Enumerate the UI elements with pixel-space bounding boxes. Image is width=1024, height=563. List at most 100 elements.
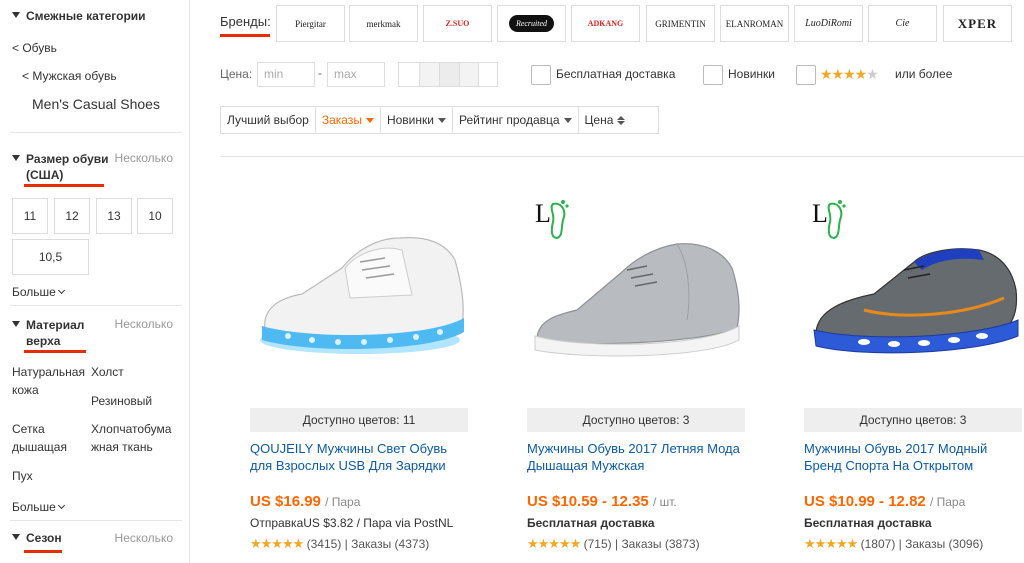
sort-bar: Лучший выбор Заказы Новинки Рейтинг прод… (220, 106, 659, 134)
price-min-input[interactable]: min (257, 62, 315, 87)
loubit-logo-icon: L (812, 199, 846, 240)
category-link-shoes[interactable]: < Обувь (12, 41, 57, 55)
review-count-link[interactable]: (3415) (307, 537, 342, 551)
available-colors: Доступно цветов: 3 (804, 408, 1022, 432)
material-filter-heading[interactable]: Материал верха (12, 317, 84, 349)
shipping-info: Бесплатная доставка (804, 516, 932, 530)
product-image[interactable]: L (804, 190, 1022, 408)
price-histogram-segment[interactable] (459, 62, 479, 87)
caret-down-icon (563, 118, 572, 123)
product-title-link[interactable]: Мужчины Обувь 2017 Модный Бренд Спорта Н… (804, 440, 1020, 474)
price-histogram-segment[interactable] (398, 62, 420, 87)
star-empty-icon: ★ (866, 66, 879, 82)
price-max-input[interactable]: max (327, 62, 385, 87)
product-title-link[interactable]: Мужчины Обувь 2017 Летняя Мода Дышащая М… (527, 440, 749, 474)
orders-count-link[interactable]: Заказы (4373) (351, 537, 429, 551)
sidebar: Смежные категории < Обувь < Мужская обув… (0, 0, 190, 563)
chevron-down-icon (57, 501, 65, 510)
size-option-12[interactable]: 12 (54, 198, 90, 234)
svg-text:L: L (812, 199, 828, 228)
brand-adkang[interactable]: ADKANG (571, 5, 640, 42)
free-shipping-label[interactable]: Бесплатная доставка (556, 67, 675, 81)
available-colors: Доступно цветов: 3 (527, 408, 745, 432)
product-card[interactable]: L Доступно цветов: 3 Мужчины Обувь 2017 … (804, 190, 1024, 563)
svg-text:L: L (535, 199, 551, 228)
brand-cie[interactable]: Cie (868, 5, 937, 42)
collapse-triangle-icon (12, 321, 20, 327)
size-option-10[interactable]: 10 (137, 198, 173, 234)
season-multi-select-link[interactable]: Несколько (115, 531, 173, 545)
orders-count-link[interactable]: Заказы (3096) (905, 537, 983, 551)
brand-grimentin[interactable]: GRIMENTIN (646, 5, 715, 42)
category-link-mens-shoes[interactable]: < Мужская обувь (22, 69, 117, 83)
sort-seller-rating[interactable]: Рейтинг продавца (453, 107, 579, 133)
caret-down-icon (365, 118, 374, 123)
price-histogram-segment[interactable] (419, 62, 440, 87)
season-filter-heading[interactable]: Сезон (12, 531, 62, 545)
product-title-link[interactable]: QOUJEILY Мужчины Свет Обувь для Взрослых… (250, 440, 472, 474)
free-shipping-checkbox[interactable] (531, 65, 551, 85)
brand-zsuo[interactable]: Z.SUO (423, 5, 492, 42)
category-current-casual-shoes[interactable]: Men's Casual Shoes (32, 96, 160, 112)
size-multi-select-link[interactable]: Несколько (115, 151, 173, 165)
divider (10, 520, 182, 521)
material-option-leather[interactable]: Натуральная кожа (12, 363, 88, 399)
review-count-link[interactable]: (1807) (861, 537, 896, 551)
divider (10, 132, 182, 133)
star-icon: ★★★★★ (527, 536, 581, 551)
sort-price[interactable]: Цена (579, 107, 632, 133)
rating-or-more-label[interactable]: или более (895, 67, 952, 81)
material-option-rubber[interactable]: Резиновый (91, 392, 152, 410)
product-card[interactable]: L Доступно цветов: 3 Мужчины Обувь 2017 … (527, 190, 757, 563)
related-categories-heading[interactable]: Смежные категории (12, 9, 146, 23)
size-option-13[interactable]: 13 (96, 198, 132, 234)
brand-luodiromi[interactable]: LuoDiRomi (794, 5, 863, 42)
size-more-link[interactable]: Больше (12, 285, 65, 299)
product-image[interactable]: L (527, 190, 745, 408)
product-card[interactable]: Доступно цветов: 11 QOUJEILY Мужчины Све… (250, 190, 480, 563)
size-option-11[interactable]: 11 (12, 198, 48, 234)
product-rating: ★★★★★ (3415) | Заказы (4373) (250, 536, 430, 551)
brand-xper[interactable]: XPER (943, 5, 1012, 42)
available-colors: Доступно цветов: 11 (250, 408, 468, 432)
brand-elanroman[interactable]: ELANROMAN (720, 5, 789, 42)
brands-label-underline (220, 34, 270, 37)
review-count-link[interactable]: (715) (584, 537, 612, 551)
material-multi-select-link[interactable]: Несколько (115, 317, 173, 331)
shipping-info: ОтправкаUS $3.82 / Пара via PostNL (250, 516, 454, 530)
sort-best-match[interactable]: Лучший выбор (221, 107, 316, 133)
material-option-down[interactable]: Пух (12, 467, 33, 485)
brand-merkmak[interactable]: merkmak (349, 5, 418, 42)
season-heading-underline (24, 550, 62, 553)
size-option-10-5[interactable]: 10,5 (12, 239, 89, 275)
product-price: US $10.99 - 12.82 / Пара (804, 493, 966, 510)
product-rating: ★★★★★ (1807) | Заказы (3096) (804, 536, 984, 551)
product-image[interactable] (250, 190, 468, 408)
collapse-triangle-icon (12, 155, 20, 161)
product-price: US $10.59 - 12.35 / шт. (527, 493, 677, 510)
material-option-cotton[interactable]: Хлопчатобумажная ткань (91, 420, 175, 456)
size-filter-heading[interactable]: Размер обуви (США) (12, 151, 109, 183)
rating-filter-stars[interactable]: ★★★★★ (820, 66, 879, 83)
material-option-canvas[interactable]: Холст (91, 363, 124, 381)
orders-count-link[interactable]: Заказы (3873) (621, 537, 699, 551)
material-option-mesh[interactable]: Сетка дышащая (12, 420, 76, 456)
star-icon: ★★★★★ (804, 536, 858, 551)
sort-newest[interactable]: Новинки (381, 107, 453, 133)
product-price: US $16.99 / Пара (250, 493, 361, 510)
rating-filter-checkbox[interactable] (796, 65, 816, 85)
size-heading-underline (24, 184, 104, 187)
brands-label: Бренды: (220, 14, 271, 29)
new-items-label[interactable]: Новинки (728, 67, 775, 81)
price-histogram-segment[interactable] (439, 62, 460, 87)
brand-piergitar[interactable]: Piergitar (276, 5, 345, 42)
loubit-logo-icon: L (535, 199, 569, 240)
sort-orders[interactable]: Заказы (316, 107, 381, 133)
new-items-checkbox[interactable] (703, 65, 723, 85)
star-icon: ★★★★ (820, 66, 867, 82)
brand-recruited[interactable]: Recruited (497, 5, 566, 42)
material-more-link[interactable]: Больше (12, 500, 65, 514)
price-histogram-segment[interactable] (478, 62, 498, 87)
caret-down-icon (437, 118, 446, 123)
divider (10, 305, 182, 306)
